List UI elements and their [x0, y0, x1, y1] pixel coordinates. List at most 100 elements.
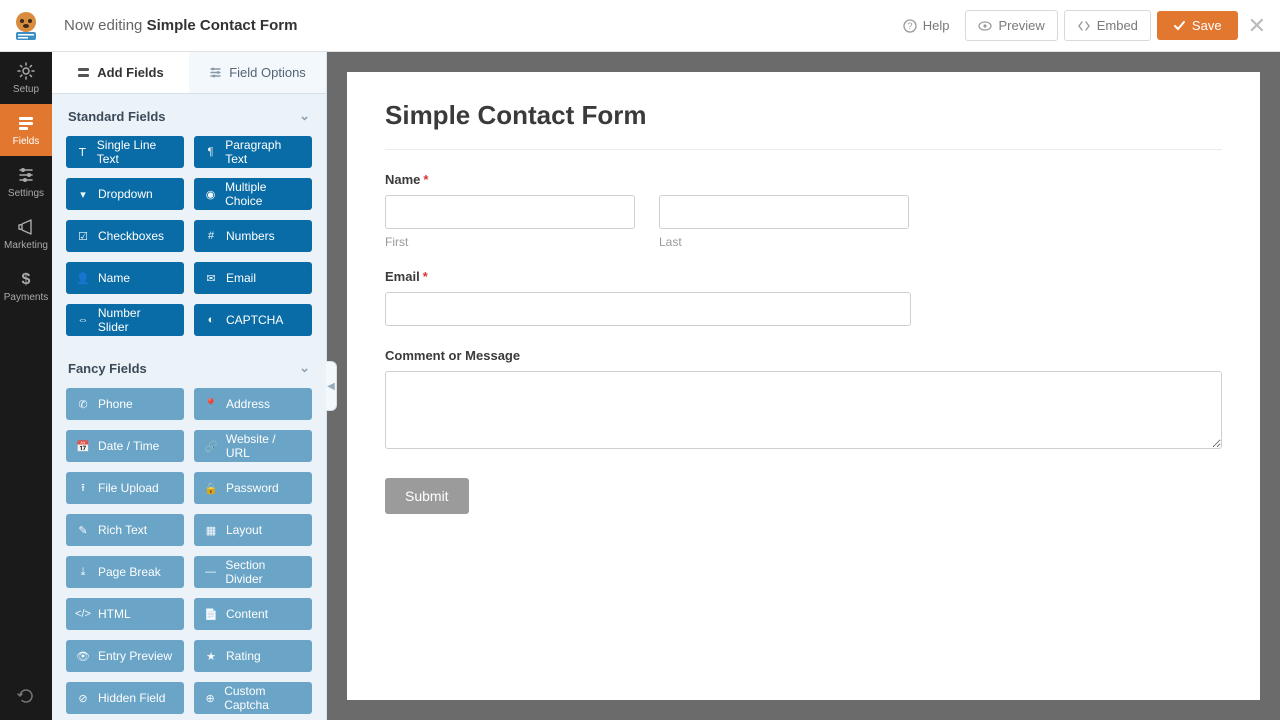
left-nav: Setup Fields Settings Marketing $ Paymen… [0, 52, 52, 720]
field-label: File Upload [98, 481, 159, 495]
field-layout[interactable]: ▦Layout [194, 514, 312, 546]
form-name: Simple Contact Form [147, 17, 298, 34]
code-icon [1077, 19, 1091, 33]
hidden-field-icon: ⊘ [76, 692, 90, 705]
name-field-label: Name* [385, 172, 1222, 187]
field-captcha[interactable]: ◐CAPTCHA [194, 304, 312, 336]
field-label: Checkboxes [98, 229, 164, 243]
field-label: Rating [226, 649, 261, 663]
nav-settings[interactable]: Settings [0, 156, 52, 208]
help-link[interactable]: ? Help [903, 18, 950, 33]
field-numbers[interactable]: #Numbers [194, 220, 312, 252]
panel-scroll[interactable]: Standard Fields ⌄ 𝖳Single Line Text ¶Para… [52, 94, 326, 720]
url-icon: 🔗 [204, 440, 218, 453]
nav-setup-label: Setup [13, 84, 39, 95]
chevron-down-icon: ⌄ [299, 108, 310, 124]
panel-collapse-handle[interactable]: ◀ [326, 361, 337, 411]
content-icon: 📄 [204, 608, 218, 621]
field-label: Layout [226, 523, 262, 537]
comment-textarea[interactable] [385, 371, 1222, 449]
field-date-time[interactable]: 📅 Date / Time [66, 430, 184, 462]
field-label: Phone [98, 397, 133, 411]
field-content[interactable]: 📄Content [194, 598, 312, 630]
field-label: Name [98, 271, 130, 285]
field-page-break[interactable]: ⤓ Page Break [66, 556, 184, 588]
save-label: Save [1192, 18, 1222, 33]
submit-button[interactable]: Submit [385, 478, 469, 514]
section-standard-fields[interactable]: Standard Fields ⌄ [52, 94, 326, 132]
form-canvas[interactable]: Simple Contact Form Name* First Last Ema… [347, 72, 1260, 700]
phone-icon: ✆ [76, 398, 90, 411]
field-number-slider[interactable]: ⇔Number Slider [66, 304, 184, 336]
field-entry-preview[interactable]: 👁Entry Preview [66, 640, 184, 672]
field-single-line-text[interactable]: 𝖳Single Line Text [66, 136, 184, 168]
field-label: Page Break [98, 565, 161, 579]
add-fields-icon [77, 66, 90, 79]
canvas-wrap: Simple Contact Form Name* First Last Ema… [327, 52, 1280, 720]
nav-setup[interactable]: Setup [0, 52, 52, 104]
field-rating[interactable]: ★Rating [194, 640, 312, 672]
nav-payments[interactable]: $ Payments [0, 260, 52, 312]
first-name-input[interactable] [385, 195, 635, 229]
email-label-text: Email [385, 269, 420, 284]
field-html[interactable]: </>HTML [66, 598, 184, 630]
nav-history[interactable] [0, 672, 52, 720]
field-checkboxes[interactable]: ☑ Checkboxes [66, 220, 184, 252]
embed-label: Embed [1097, 18, 1138, 33]
last-name-sublabel: Last [659, 235, 909, 249]
required-mark: * [423, 172, 428, 187]
embed-button[interactable]: Embed [1064, 10, 1151, 41]
help-icon: ? [903, 19, 917, 33]
sliders-icon [16, 165, 36, 185]
comment-field[interactable]: Comment or Message [385, 348, 1222, 454]
field-file-upload[interactable]: ⭱File Upload [66, 472, 184, 504]
password-icon: 🔒 [204, 482, 218, 495]
now-editing-prefix: Now editing [64, 17, 142, 34]
field-phone[interactable]: ✆ Phone [66, 388, 184, 420]
field-custom-captcha[interactable]: ⊕Custom Captcha [194, 682, 312, 714]
field-multiple-choice[interactable]: ◉Multiple Choice [194, 178, 312, 210]
form-title[interactable]: Simple Contact Form [385, 100, 1222, 150]
nav-marketing[interactable]: Marketing [0, 208, 52, 260]
email-icon: ✉ [204, 272, 218, 285]
field-section-divider[interactable]: —Section Divider [194, 556, 312, 588]
field-password[interactable]: 🔒 Password [194, 472, 312, 504]
field-hidden-field[interactable]: ⊘Hidden Field [66, 682, 184, 714]
fields-icon [16, 113, 36, 133]
checkboxes-icon: ☑ [76, 230, 90, 243]
required-mark: * [423, 269, 428, 284]
last-name-input[interactable] [659, 195, 909, 229]
field-options-icon [209, 66, 222, 79]
field-label: Custom Captcha [224, 684, 302, 712]
name-field-row[interactable]: First Last [385, 195, 1222, 249]
multiple-choice-icon: ◉ [204, 188, 217, 201]
tab-field-options[interactable]: Field Options [189, 52, 326, 93]
email-field[interactable]: Email* [385, 269, 1222, 326]
email-input[interactable] [385, 292, 911, 326]
field-label: HTML [98, 607, 131, 621]
save-button[interactable]: Save [1157, 11, 1238, 40]
address-icon: 📍 [204, 398, 218, 411]
comment-field-label: Comment or Message [385, 348, 1222, 363]
tab-add-fields[interactable]: Add Fields [52, 52, 189, 93]
standard-fields-grid: 𝖳Single Line Text ¶Paragraph Text ▾Dropdow… [52, 132, 326, 346]
field-email[interactable]: ✉Email [194, 262, 312, 294]
section-fancy-fields[interactable]: Fancy Fields ⌄ [52, 346, 326, 384]
preview-button[interactable]: Preview [965, 10, 1057, 41]
nav-fields[interactable]: Fields [0, 104, 52, 156]
fancy-fields-grid: ✆ Phone 📍Address 📅 Date / Time 🔗Website / URL… [52, 384, 326, 720]
field-name[interactable]: 👤Name [66, 262, 184, 294]
page-break-icon: ⤓ [76, 566, 90, 579]
field-rich-text[interactable]: ✎Rich Text [66, 514, 184, 546]
field-dropdown[interactable]: ▾Dropdown [66, 178, 184, 210]
field-paragraph-text[interactable]: ¶Paragraph Text [194, 136, 312, 168]
field-label: Single Line Text [97, 138, 174, 166]
date-time-icon: 📅 [76, 440, 90, 453]
field-label: Section Divider [225, 558, 302, 586]
field-address[interactable]: 📍Address [194, 388, 312, 420]
field-label: Date / Time [98, 439, 159, 453]
close-builder-button[interactable]: ✕ [1248, 13, 1266, 39]
field-website-url[interactable]: 🔗Website / URL [194, 430, 312, 462]
field-label: Password [226, 481, 279, 495]
nav-settings-label: Settings [8, 188, 44, 199]
